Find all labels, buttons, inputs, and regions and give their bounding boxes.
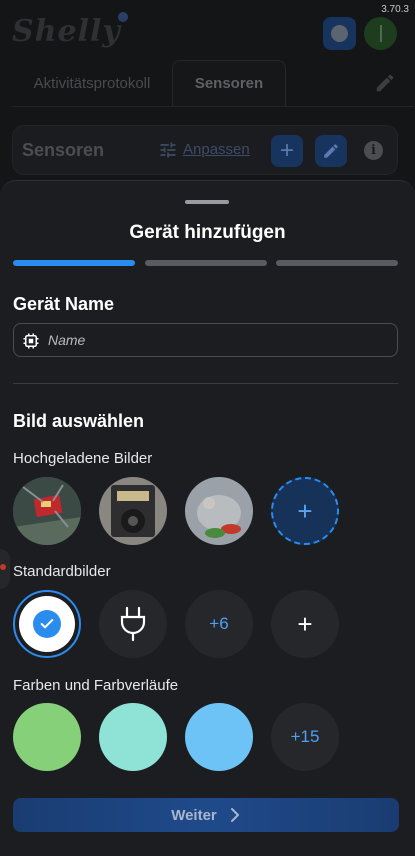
notification-icon bbox=[331, 25, 348, 42]
pencil-icon bbox=[324, 144, 338, 158]
power-icon bbox=[379, 25, 382, 42]
sensor-section-header: Sensoren Anpassen + i bbox=[12, 125, 398, 175]
app-version: 3.70.3 bbox=[381, 4, 409, 15]
default-image-selected[interactable] bbox=[13, 590, 81, 658]
color-swatch-mint[interactable] bbox=[99, 703, 167, 771]
sensor-section-title: Sensoren bbox=[22, 140, 105, 160]
tab-sensors[interactable]: Sensoren bbox=[172, 60, 286, 106]
more-colors-button[interactable]: +15 bbox=[271, 703, 339, 771]
device-name-field[interactable] bbox=[13, 323, 398, 357]
colors-label: Farben und Farbverläufe bbox=[13, 677, 179, 694]
more-colors-count: +15 bbox=[290, 727, 320, 746]
add-sensor-button[interactable]: + bbox=[271, 135, 303, 167]
section-divider bbox=[13, 383, 398, 384]
device-photo-icon bbox=[13, 477, 81, 545]
add-device-sheet: Gerät hinzufügen Gerät Name Bild auswähl… bbox=[0, 180, 415, 856]
color-swatch-green[interactable] bbox=[13, 703, 81, 771]
notifications-button[interactable] bbox=[323, 17, 356, 50]
choose-image-label: Bild auswählen bbox=[13, 411, 145, 431]
tab-bar: Aktivitätsprotokoll Sensoren bbox=[12, 60, 414, 108]
device-name-input[interactable] bbox=[48, 324, 388, 356]
uploaded-images-label: Hochgeladene Bilder bbox=[13, 450, 153, 467]
logo-badge-icon bbox=[118, 12, 128, 22]
more-count: +6 bbox=[209, 614, 229, 633]
more-default-images-button[interactable]: +6 bbox=[185, 590, 253, 658]
progress-step-1 bbox=[13, 260, 135, 266]
color-swatch-blue[interactable] bbox=[185, 703, 253, 771]
chip-icon bbox=[23, 333, 39, 349]
device-photo-icon bbox=[99, 477, 167, 545]
default-image-plug[interactable] bbox=[99, 590, 167, 658]
tab-activity-log[interactable]: Aktivitätsprotokoll bbox=[12, 60, 172, 106]
power-button[interactable] bbox=[364, 17, 397, 50]
edit-sensor-button[interactable] bbox=[315, 135, 347, 167]
uploaded-image-1[interactable] bbox=[13, 477, 81, 545]
uploaded-image-2[interactable] bbox=[99, 477, 167, 545]
info-icon[interactable]: i bbox=[364, 141, 383, 160]
upload-image-button[interactable]: + bbox=[271, 477, 339, 545]
shelly-logo: Shelly bbox=[12, 14, 121, 49]
default-image-preview bbox=[19, 596, 75, 652]
sheet-title: Gerät hinzufügen bbox=[129, 222, 286, 243]
default-images-label: Standardbilder bbox=[13, 563, 111, 580]
sheet-drag-handle[interactable] bbox=[185, 200, 229, 204]
side-drawer-handle[interactable] bbox=[0, 549, 10, 589]
pencil-icon[interactable] bbox=[374, 72, 396, 94]
chevron-right-icon bbox=[230, 808, 239, 822]
checkmark-icon bbox=[33, 610, 61, 638]
next-button-label: Weiter bbox=[171, 806, 217, 824]
notification-dot-icon bbox=[0, 564, 6, 570]
adjust-link[interactable]: Anpassen bbox=[183, 141, 250, 158]
device-name-label: Gerät Name bbox=[13, 294, 115, 314]
tab-divider bbox=[12, 106, 414, 107]
progress-step-3 bbox=[276, 260, 398, 266]
uploaded-image-3[interactable] bbox=[185, 477, 253, 545]
device-photo-icon bbox=[185, 477, 253, 545]
plug-icon bbox=[120, 606, 146, 642]
next-button[interactable]: Weiter bbox=[13, 798, 399, 832]
sliders-icon bbox=[160, 142, 176, 158]
add-default-image-button[interactable]: + bbox=[271, 590, 339, 658]
progress-step-2 bbox=[145, 260, 267, 266]
